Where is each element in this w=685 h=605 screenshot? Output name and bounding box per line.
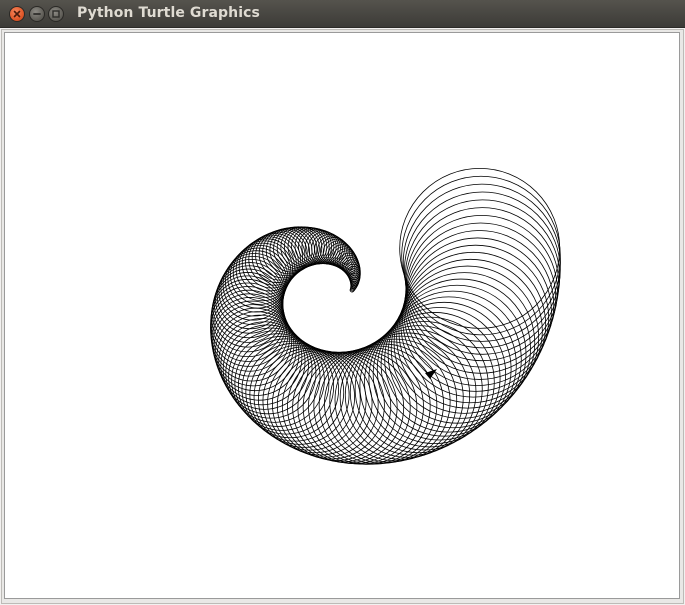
window-title: Python Turtle Graphics (77, 5, 260, 21)
turtle-window: Python Turtle Graphics (0, 0, 685, 605)
close-icon (13, 10, 21, 18)
maximize-button[interactable] (48, 6, 64, 22)
turtle-canvas[interactable] (4, 32, 680, 599)
turtle-circle (287, 351, 398, 463)
turtle-circle (292, 351, 405, 464)
maximize-icon (52, 10, 60, 18)
minimize-icon (33, 13, 41, 15)
title-bar[interactable]: Python Turtle Graphics (0, 0, 685, 28)
turtle-drawing (210, 167, 561, 465)
close-button[interactable] (9, 6, 25, 22)
minimize-button[interactable] (29, 6, 45, 22)
